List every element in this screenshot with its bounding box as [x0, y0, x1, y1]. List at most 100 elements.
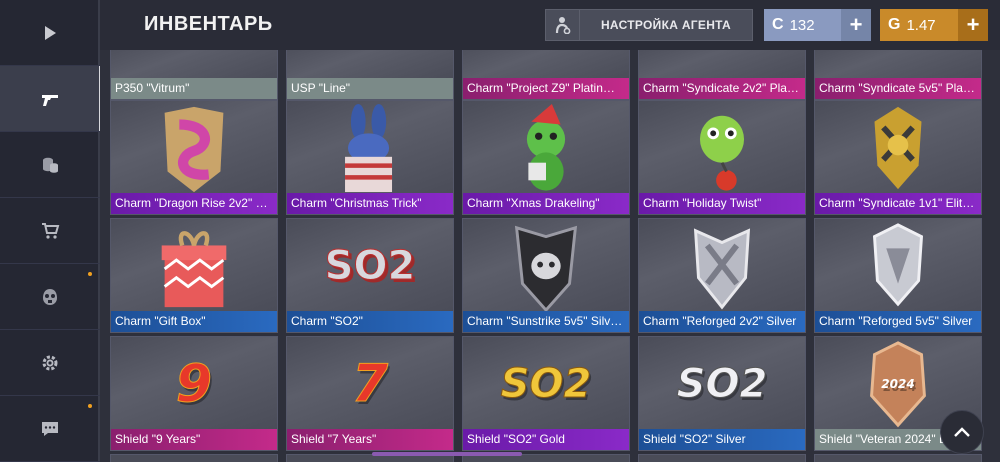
silver-coin-icon: C: [772, 16, 784, 33]
item-art: SO2: [287, 219, 453, 313]
item-art: 7: [287, 337, 453, 431]
inventory-item[interactable]: Charm "Holiday Twist": [638, 100, 806, 215]
item-name: Charm "Holiday Twist": [639, 193, 805, 214]
sidebar-item-agents[interactable]: [0, 264, 100, 330]
silver-balance: C 132: [764, 9, 841, 41]
inventory-item[interactable]: Charm "Xmas Drakeling": [462, 100, 630, 215]
sidebar-item-settings[interactable]: [0, 330, 100, 396]
gold-currency: G 1.47 +: [880, 9, 988, 41]
item-name: Charm "Xmas Drakeling": [463, 193, 629, 214]
item-art: [463, 219, 629, 313]
inventory-item[interactable]: Charm "Syndicate 2v2" Pla…: [638, 50, 806, 100]
inventory-item[interactable]: [638, 454, 806, 462]
item-name: Charm "Syndicate 1v1" Elit…: [815, 193, 981, 214]
inventory-item[interactable]: SO2 Shield "SO2" Gold: [462, 336, 630, 451]
item-art: [111, 50, 277, 80]
sidebar-item-coins[interactable]: [0, 132, 100, 198]
item-art: [111, 219, 277, 313]
gold-amount: 1.47: [906, 16, 936, 34]
scroll-to-top-button[interactable]: [940, 410, 984, 454]
agent-settings-button[interactable]: НАСТРОЙКА АГЕНТА: [545, 9, 753, 41]
item-art-text: SO2: [500, 361, 592, 408]
item-art: [639, 219, 805, 313]
sidebar: [0, 0, 102, 462]
item-art: [463, 101, 629, 195]
gold-badge-icon: [874, 106, 922, 190]
item-name: Charm "Sunstrike 5v5" Silv…: [463, 311, 629, 332]
item-art: [815, 101, 981, 195]
item-art: 9: [111, 337, 277, 431]
item-name: Shield "SO2" Silver: [639, 429, 805, 450]
inventory-item[interactable]: 7 Shield "7 Years": [286, 336, 454, 451]
chat-icon: [42, 421, 58, 436]
silver-shield-icon: [693, 228, 751, 310]
sidebar-item-chat[interactable]: [0, 396, 100, 462]
inventory-item[interactable]: Charm "Sunstrike 5v5" Silv…: [462, 218, 630, 333]
add-silver-button[interactable]: +: [841, 9, 871, 41]
item-name: Charm "Reforged 2v2" Silver: [639, 311, 805, 332]
agent-icon: [546, 10, 580, 40]
item-art-text: SO2: [676, 361, 768, 408]
green-dragon-icon: [526, 103, 566, 191]
silver-crest-icon: [872, 223, 924, 307]
inventory-item[interactable]: Charm "Syndicate 5v5" Pla…: [814, 50, 982, 100]
item-name: Shield "7 Years": [287, 429, 453, 450]
item-art: [111, 101, 277, 195]
inventory-item[interactable]: SO2 Shield "SO2" Silver: [638, 336, 806, 451]
item-name: Charm "Syndicate 2v2" Pla…: [639, 78, 805, 99]
inventory-item[interactable]: Charm "Dragon Rise 2v2" …: [110, 100, 278, 215]
notification-dot: [88, 272, 92, 276]
inventory-item[interactable]: Charm "Reforged 5v5" Silver: [814, 218, 982, 333]
item-art: [287, 101, 453, 195]
item-art-text: SO2: [324, 243, 416, 290]
inventory-grid: P350 "Vitrum" USP "Line" Charm "Project Z9…: [100, 50, 1000, 462]
item-art-text: 7: [351, 354, 389, 415]
item-name: P350 "Vitrum": [111, 78, 277, 99]
inventory-item[interactable]: Charm "Project Z9" Platin…: [462, 50, 630, 100]
cart-icon: [42, 222, 60, 239]
sidebar-item-inventory[interactable]: [0, 66, 102, 132]
inventory-item[interactable]: [110, 454, 278, 462]
gear-icon: [42, 355, 58, 370]
gold-coin-icon: G: [888, 16, 901, 33]
item-name: USP "Line": [287, 78, 453, 99]
item-name: Charm "Gift Box": [111, 311, 277, 332]
item-art: [287, 50, 453, 80]
item-art: [639, 50, 805, 80]
page-title: ИНВЕНТАРЬ: [144, 13, 273, 35]
item-name: Charm "Dragon Rise 2v2" …: [111, 193, 277, 214]
scrollbar[interactable]: [372, 452, 522, 456]
agent-settings-label: НАСТРОЙКА АГЕНТА: [600, 18, 732, 32]
item-name: Charm "Christmas Trick": [287, 193, 453, 214]
inventory-item[interactable]: P350 "Vitrum": [110, 50, 278, 100]
add-gold-button[interactable]: +: [958, 9, 988, 41]
inventory-item[interactable]: USP "Line": [286, 50, 454, 100]
item-name: Charm "Project Z9" Platin…: [463, 78, 629, 99]
bunny-gift-icon: [345, 103, 393, 193]
item-art: SO2: [639, 337, 805, 431]
sidebar-item-play[interactable]: [0, 0, 100, 66]
dark-shield-icon: [514, 225, 578, 313]
silver-amount: 132: [789, 16, 815, 34]
silver-currency: C 132 +: [764, 9, 871, 41]
item-art: [463, 50, 629, 80]
gift-box-icon: [161, 231, 227, 308]
item-art: [815, 50, 981, 80]
inventory-item[interactable]: Charm "Christmas Trick": [286, 100, 454, 215]
inventory-item[interactable]: 9 Shield "9 Years": [110, 336, 278, 451]
item-art: [639, 101, 805, 195]
item-name: Shield "SO2" Gold: [463, 429, 629, 450]
inventory-item[interactable]: Charm "Gift Box": [110, 218, 278, 333]
gas-mask-icon: [43, 288, 57, 305]
item-art: SO2: [463, 337, 629, 431]
inventory-item[interactable]: Charm "Syndicate 1v1" Elit…: [814, 100, 982, 215]
inventory-item[interactable]: SO2 Charm "SO2": [286, 218, 454, 333]
inventory-item[interactable]: Charm "Reforged 2v2" Silver: [638, 218, 806, 333]
item-art: [815, 219, 981, 313]
item-name: Charm "SO2": [287, 311, 453, 332]
sidebar-item-shop[interactable]: [0, 198, 100, 264]
pistol-icon: [42, 94, 58, 106]
inventory-item[interactable]: [814, 454, 982, 462]
item-name: Shield "9 Years": [111, 429, 277, 450]
item-name: Charm "Reforged 5v5" Silver: [815, 311, 981, 332]
